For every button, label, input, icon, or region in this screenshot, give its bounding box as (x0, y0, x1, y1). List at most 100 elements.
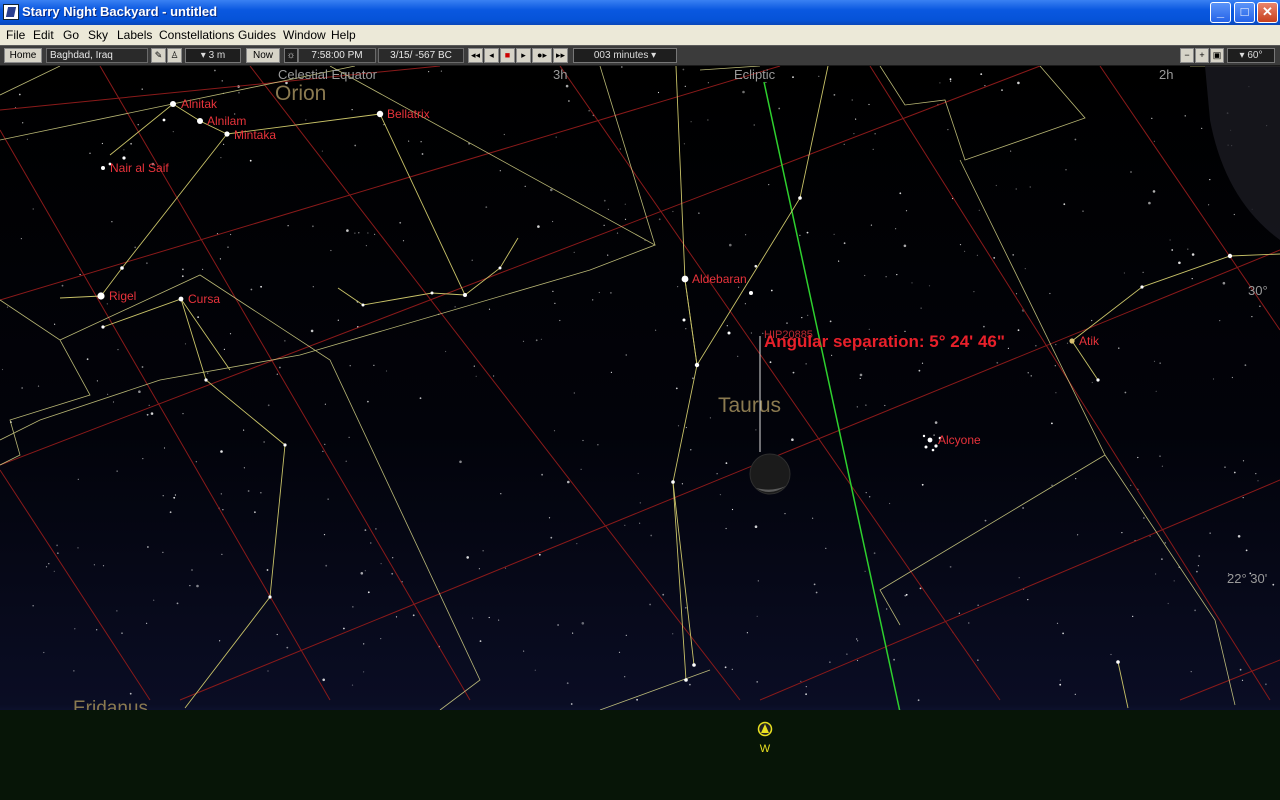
star-rigel[interactable] (97, 292, 105, 300)
menu-window[interactable]: Window (283, 28, 326, 42)
background-star (675, 387, 678, 390)
menu-help[interactable]: Help (331, 28, 356, 42)
location-edit-icon[interactable]: ✎ (151, 48, 166, 63)
viewer-icon[interactable]: ♙ (167, 48, 182, 63)
maximize-button[interactable]: □ (1234, 2, 1255, 23)
background-star (219, 258, 221, 260)
background-star (343, 627, 345, 630)
location-field[interactable]: Baghdad, Iraq (46, 48, 148, 63)
star-alnilam[interactable] (197, 118, 203, 124)
star-mintaka[interactable] (224, 131, 230, 137)
background-star (223, 143, 225, 145)
background-star (928, 285, 931, 287)
background-star (202, 268, 204, 270)
star-aldebaran[interactable] (681, 275, 689, 283)
time-settings-icon[interactable]: ☼ (284, 48, 298, 63)
background-star (838, 260, 840, 262)
background-star (1130, 484, 1132, 486)
background-star (380, 638, 382, 640)
background-star (327, 498, 329, 500)
zoom-in-icon[interactable]: + (1195, 48, 1209, 63)
zoom-box-icon[interactable]: ▣ (1210, 48, 1224, 63)
background-star (392, 557, 394, 559)
play-realtime-icon[interactable]: ●▸ (532, 48, 552, 63)
background-star (729, 243, 732, 247)
star-alnitak[interactable] (170, 101, 176, 107)
background-star (921, 483, 924, 486)
play-icon[interactable]: ▸ (516, 48, 531, 63)
background-star (1027, 372, 1029, 374)
label-aldebaran[interactable]: Aldebaran (692, 272, 747, 286)
app-icon[interactable] (3, 4, 19, 20)
home-button[interactable]: Home (4, 48, 42, 63)
stop-icon[interactable]: ■ (500, 48, 515, 63)
time-step-dropdown[interactable]: 003 minutes ▾ (573, 48, 677, 63)
background-star (86, 358, 89, 361)
menu-file[interactable]: File (6, 28, 25, 42)
named-stars (97, 101, 1233, 682)
background-star (1123, 272, 1125, 274)
star-bellatrix[interactable] (376, 110, 384, 118)
background-star (978, 209, 980, 211)
background-star (707, 119, 709, 121)
label-rigel[interactable]: Rigel (109, 289, 136, 303)
background-star (919, 587, 922, 590)
background-star (552, 220, 554, 223)
menu-edit[interactable]: Edit (33, 28, 54, 42)
menu-guides[interactable]: Guides (238, 28, 276, 42)
time-field[interactable]: 7:58:00 PM (298, 48, 376, 63)
background-star (572, 632, 574, 634)
background-star (493, 375, 495, 377)
constellation-lines (59, 66, 1280, 709)
background-star (885, 276, 887, 278)
elevation-dropdown[interactable]: ▾ 3 m (185, 48, 241, 63)
label-alcyone[interactable]: Alcyone (938, 433, 981, 447)
background-star (800, 680, 802, 682)
close-button[interactable]: ✕ (1257, 2, 1278, 23)
background-star (657, 91, 660, 94)
step-back-icon[interactable]: ◂ (484, 48, 499, 63)
background-star (498, 619, 500, 621)
background-star (243, 467, 245, 469)
star-nair-al-saif[interactable] (101, 166, 105, 170)
label-atik[interactable]: Atik (1079, 334, 1100, 348)
background-star (197, 316, 200, 318)
background-star (1059, 679, 1061, 681)
background-star (148, 404, 150, 406)
background-star (137, 124, 139, 126)
window-titlebar[interactable]: Starry Night Backyard - untitled _ □ ✕ (0, 0, 1280, 25)
label-cursa[interactable]: Cursa (188, 292, 220, 306)
background-star (1251, 316, 1253, 318)
label-nair-al-saif[interactable]: Nair al Saif (110, 161, 169, 175)
background-star (1, 368, 4, 371)
background-star (683, 143, 686, 145)
minimize-button[interactable]: _ (1210, 2, 1231, 23)
menu-constellations[interactable]: Constellations (159, 28, 234, 42)
sky-chart[interactable]: Alnitak Alnilam Mintaka Bellatrix Nair a… (0, 66, 1280, 800)
label-alnitak[interactable]: Alnitak (181, 97, 218, 111)
star-atik[interactable] (1069, 338, 1075, 344)
background-star (831, 354, 833, 356)
now-button[interactable]: Now (246, 48, 280, 63)
sky-view[interactable]: Alnitak Alnilam Mintaka Bellatrix Nair a… (0, 66, 1280, 800)
menu-go[interactable]: Go (63, 28, 79, 42)
fov-dropdown[interactable]: ▾ 60° (1227, 48, 1275, 63)
background-star (851, 99, 853, 101)
background-star (1191, 253, 1195, 256)
label-alnilam[interactable]: Alnilam (207, 114, 246, 128)
zoom-out-icon[interactable]: − (1180, 48, 1194, 63)
background-star (169, 511, 172, 514)
rewind-fast-icon[interactable]: ◂◂ (468, 48, 483, 63)
star-alcyone[interactable] (927, 437, 933, 443)
menu-labels[interactable]: Labels (117, 28, 152, 42)
background-star (1054, 365, 1056, 367)
background-star (354, 232, 356, 234)
fast-forward-icon[interactable]: ▸▸ (553, 48, 568, 63)
date-field[interactable]: 3/15/ -567 BC (378, 48, 464, 63)
background-star (624, 203, 626, 205)
menu-sky[interactable]: Sky (88, 28, 108, 42)
label-mintaka[interactable]: Mintaka (234, 128, 276, 142)
label-bellatrix[interactable]: Bellatrix (387, 107, 430, 121)
background-star (1035, 345, 1037, 347)
star-cursa[interactable] (178, 296, 184, 302)
